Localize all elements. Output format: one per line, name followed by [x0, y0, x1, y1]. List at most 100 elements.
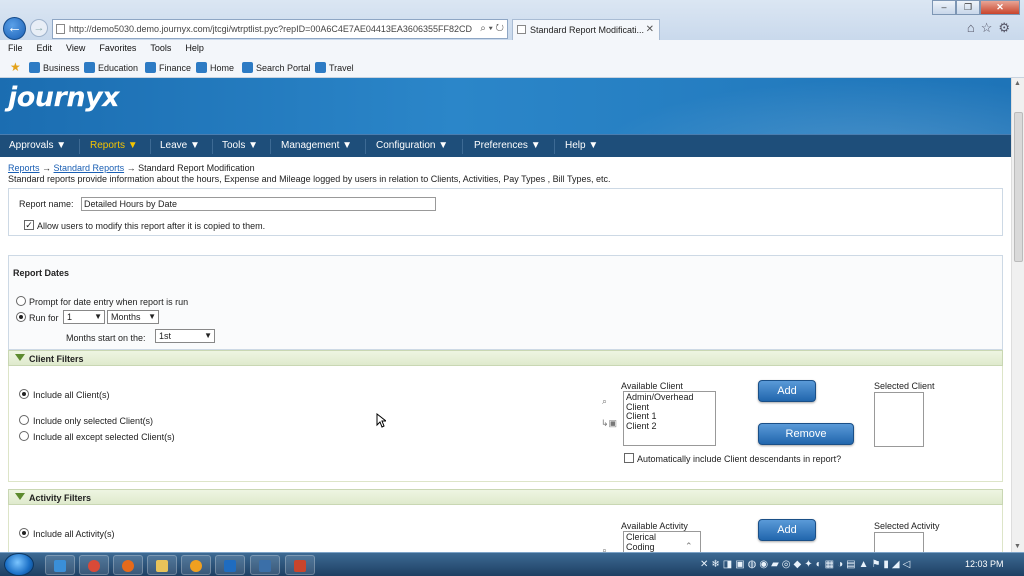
- fav-search-portal[interactable]: Search Portal: [242, 62, 311, 73]
- minimize-button[interactable]: –: [932, 0, 956, 15]
- tab-title: Standard Report Modificati...: [530, 25, 645, 35]
- page-viewport: journyx Approvals ▼ Reports ▼ Leave ▼ To…: [0, 78, 1011, 552]
- taskbar-media[interactable]: [181, 555, 211, 575]
- nav-divider: [270, 139, 271, 154]
- app-banner: journyx: [0, 78, 1011, 134]
- chevron-up-icon[interactable]: ⌃: [685, 541, 693, 552]
- back-button[interactable]: ←: [3, 17, 26, 40]
- add-activity-button[interactable]: Add: [758, 519, 816, 541]
- fav-education[interactable]: Education: [84, 62, 138, 73]
- main-nav: Approvals ▼ Reports ▼ Leave ▼ Tools ▼ Ma…: [0, 134, 1011, 157]
- ie-icon: [84, 62, 95, 73]
- home-icon[interactable]: ⌂: [967, 20, 981, 35]
- months-start-select[interactable]: 1st ▼: [155, 329, 215, 343]
- favorites-star-icon[interactable]: ★: [10, 61, 21, 73]
- browser-tab[interactable]: Standard Report Modificati... ✕: [512, 19, 660, 40]
- list-item[interactable]: Client 2: [626, 421, 713, 432]
- page-scrollbar[interactable]: ▲ ▼: [1011, 78, 1024, 552]
- search-icon[interactable]: ⌕: [602, 396, 607, 407]
- menu-help[interactable]: Help: [177, 40, 210, 53]
- nav-configuration[interactable]: Configuration ▼: [376, 140, 448, 151]
- report-name-input[interactable]: Detailed Hours by Date: [81, 197, 436, 211]
- taskbar-app[interactable]: [250, 555, 280, 575]
- menu-bar: File Edit View Favorites Tools Help: [0, 40, 1024, 57]
- allow-modify-checkbox[interactable]: ✓: [24, 220, 34, 230]
- client-filters-header[interactable]: Client Filters: [8, 350, 1003, 366]
- taskbar-ie[interactable]: [45, 555, 75, 575]
- breadcrumb-standard-reports[interactable]: Standard Reports: [54, 163, 125, 173]
- taskbar-firefox[interactable]: [113, 555, 143, 575]
- scroll-up-icon[interactable]: ▲: [1014, 80, 1021, 87]
- taskbar-outlook[interactable]: [215, 555, 245, 575]
- nav-leave[interactable]: Leave ▼: [160, 140, 200, 151]
- client-filters-title: Client Filters: [29, 354, 84, 364]
- run-for-radio[interactable]: [16, 312, 26, 322]
- include-all-client-label: Include all Client(s): [33, 390, 110, 400]
- include-all-activity-radio[interactable]: [19, 528, 29, 538]
- journyx-logo[interactable]: journyx: [8, 82, 120, 113]
- menu-edit[interactable]: Edit: [29, 40, 59, 53]
- include-except-client-radio[interactable]: [19, 431, 29, 441]
- selected-client-list[interactable]: [874, 392, 924, 447]
- activity-filters-body: Include all Activity(s) Available Activi…: [8, 505, 1003, 552]
- nav-preferences[interactable]: Preferences ▼: [474, 140, 541, 151]
- firefox-icon: [122, 560, 134, 572]
- menu-tools[interactable]: Tools: [142, 40, 177, 53]
- fav-travel[interactable]: Travel: [315, 62, 354, 73]
- nav-tools[interactable]: Tools ▼: [222, 140, 258, 151]
- forward-button[interactable]: →: [30, 19, 48, 37]
- include-all-client-radio[interactable]: [19, 389, 29, 399]
- taskbar-powerpoint[interactable]: [285, 555, 315, 575]
- include-except-client-label: Include all except selected Client(s): [33, 432, 175, 442]
- selected-activity-list[interactable]: [874, 532, 924, 552]
- nav-management[interactable]: Management ▼: [281, 140, 352, 151]
- app-icon: [259, 560, 271, 572]
- favorites-star-icon[interactable]: ☆: [981, 20, 999, 35]
- nav-divider: [462, 139, 463, 154]
- media-player-icon: [190, 560, 202, 572]
- selected-activity-label: Selected Activity: [874, 521, 940, 531]
- menu-view[interactable]: View: [58, 40, 91, 53]
- search-icon[interactable]: ⌕: [602, 545, 607, 552]
- breadcrumb-sep: →: [124, 163, 139, 173]
- settings-gear-icon[interactable]: ⚙: [998, 20, 1016, 35]
- run-for-count-select[interactable]: 1 ▼: [63, 310, 105, 324]
- fav-business[interactable]: Business: [29, 62, 80, 73]
- fav-finance[interactable]: Finance: [145, 62, 191, 73]
- tab-close-icon[interactable]: ✕: [646, 20, 654, 40]
- ie-icon: [29, 62, 40, 73]
- taskbar-chrome[interactable]: [79, 555, 109, 575]
- menu-file[interactable]: File: [0, 40, 29, 53]
- mouse-cursor-icon: [376, 413, 386, 428]
- fav-home[interactable]: Home: [196, 62, 234, 73]
- tree-select-icon[interactable]: ↳▣: [601, 418, 617, 429]
- taskbar-explorer[interactable]: [147, 555, 177, 575]
- menu-favorites[interactable]: Favorites: [91, 40, 142, 53]
- breadcrumb-sep: →: [39, 163, 54, 173]
- available-client-list[interactable]: Admin/Overhead Client Client 1 Client 2: [623, 391, 716, 446]
- start-button[interactable]: [4, 553, 34, 576]
- favorites-bar: ★ Business Education Finance Home Search…: [0, 57, 1024, 78]
- auto-descendants-checkbox[interactable]: [624, 453, 634, 463]
- system-tray-icons[interactable]: ✕❄◨▣◍◉▰◎◆✦◐▦◑▤▲⚑▮◢◁: [700, 559, 913, 570]
- breadcrumb-current: Standard Report Modification: [138, 163, 255, 173]
- close-button[interactable]: ✕: [980, 0, 1020, 15]
- remove-client-button[interactable]: Remove: [758, 423, 854, 445]
- scroll-thumb[interactable]: [1014, 112, 1023, 262]
- window-controls: – ❐ ✕: [932, 0, 1020, 16]
- address-bar[interactable]: http://demo5030.demo.journyx.com/jtcgi/w…: [52, 19, 508, 39]
- nav-reports[interactable]: Reports ▼: [90, 140, 138, 151]
- breadcrumb-reports[interactable]: Reports: [8, 163, 40, 173]
- search-refresh-icons[interactable]: ⌕ ▾ ↻: [480, 20, 504, 38]
- include-only-client-radio[interactable]: [19, 415, 29, 425]
- report-dates-panel: Report Dates Prompt for date entry when …: [8, 255, 1003, 350]
- include-only-client-label: Include only selected Client(s): [33, 416, 154, 426]
- activity-filters-header[interactable]: Activity Filters: [8, 489, 1003, 505]
- scroll-down-icon[interactable]: ▼: [1014, 543, 1021, 550]
- add-client-button[interactable]: Add: [758, 380, 816, 402]
- nav-approvals[interactable]: Approvals ▼: [9, 140, 66, 151]
- run-for-unit-select[interactable]: Months ▼: [107, 310, 159, 324]
- nav-help[interactable]: Help ▼: [565, 140, 598, 151]
- prompt-date-radio[interactable]: [16, 296, 26, 306]
- restore-button[interactable]: ❐: [956, 0, 980, 15]
